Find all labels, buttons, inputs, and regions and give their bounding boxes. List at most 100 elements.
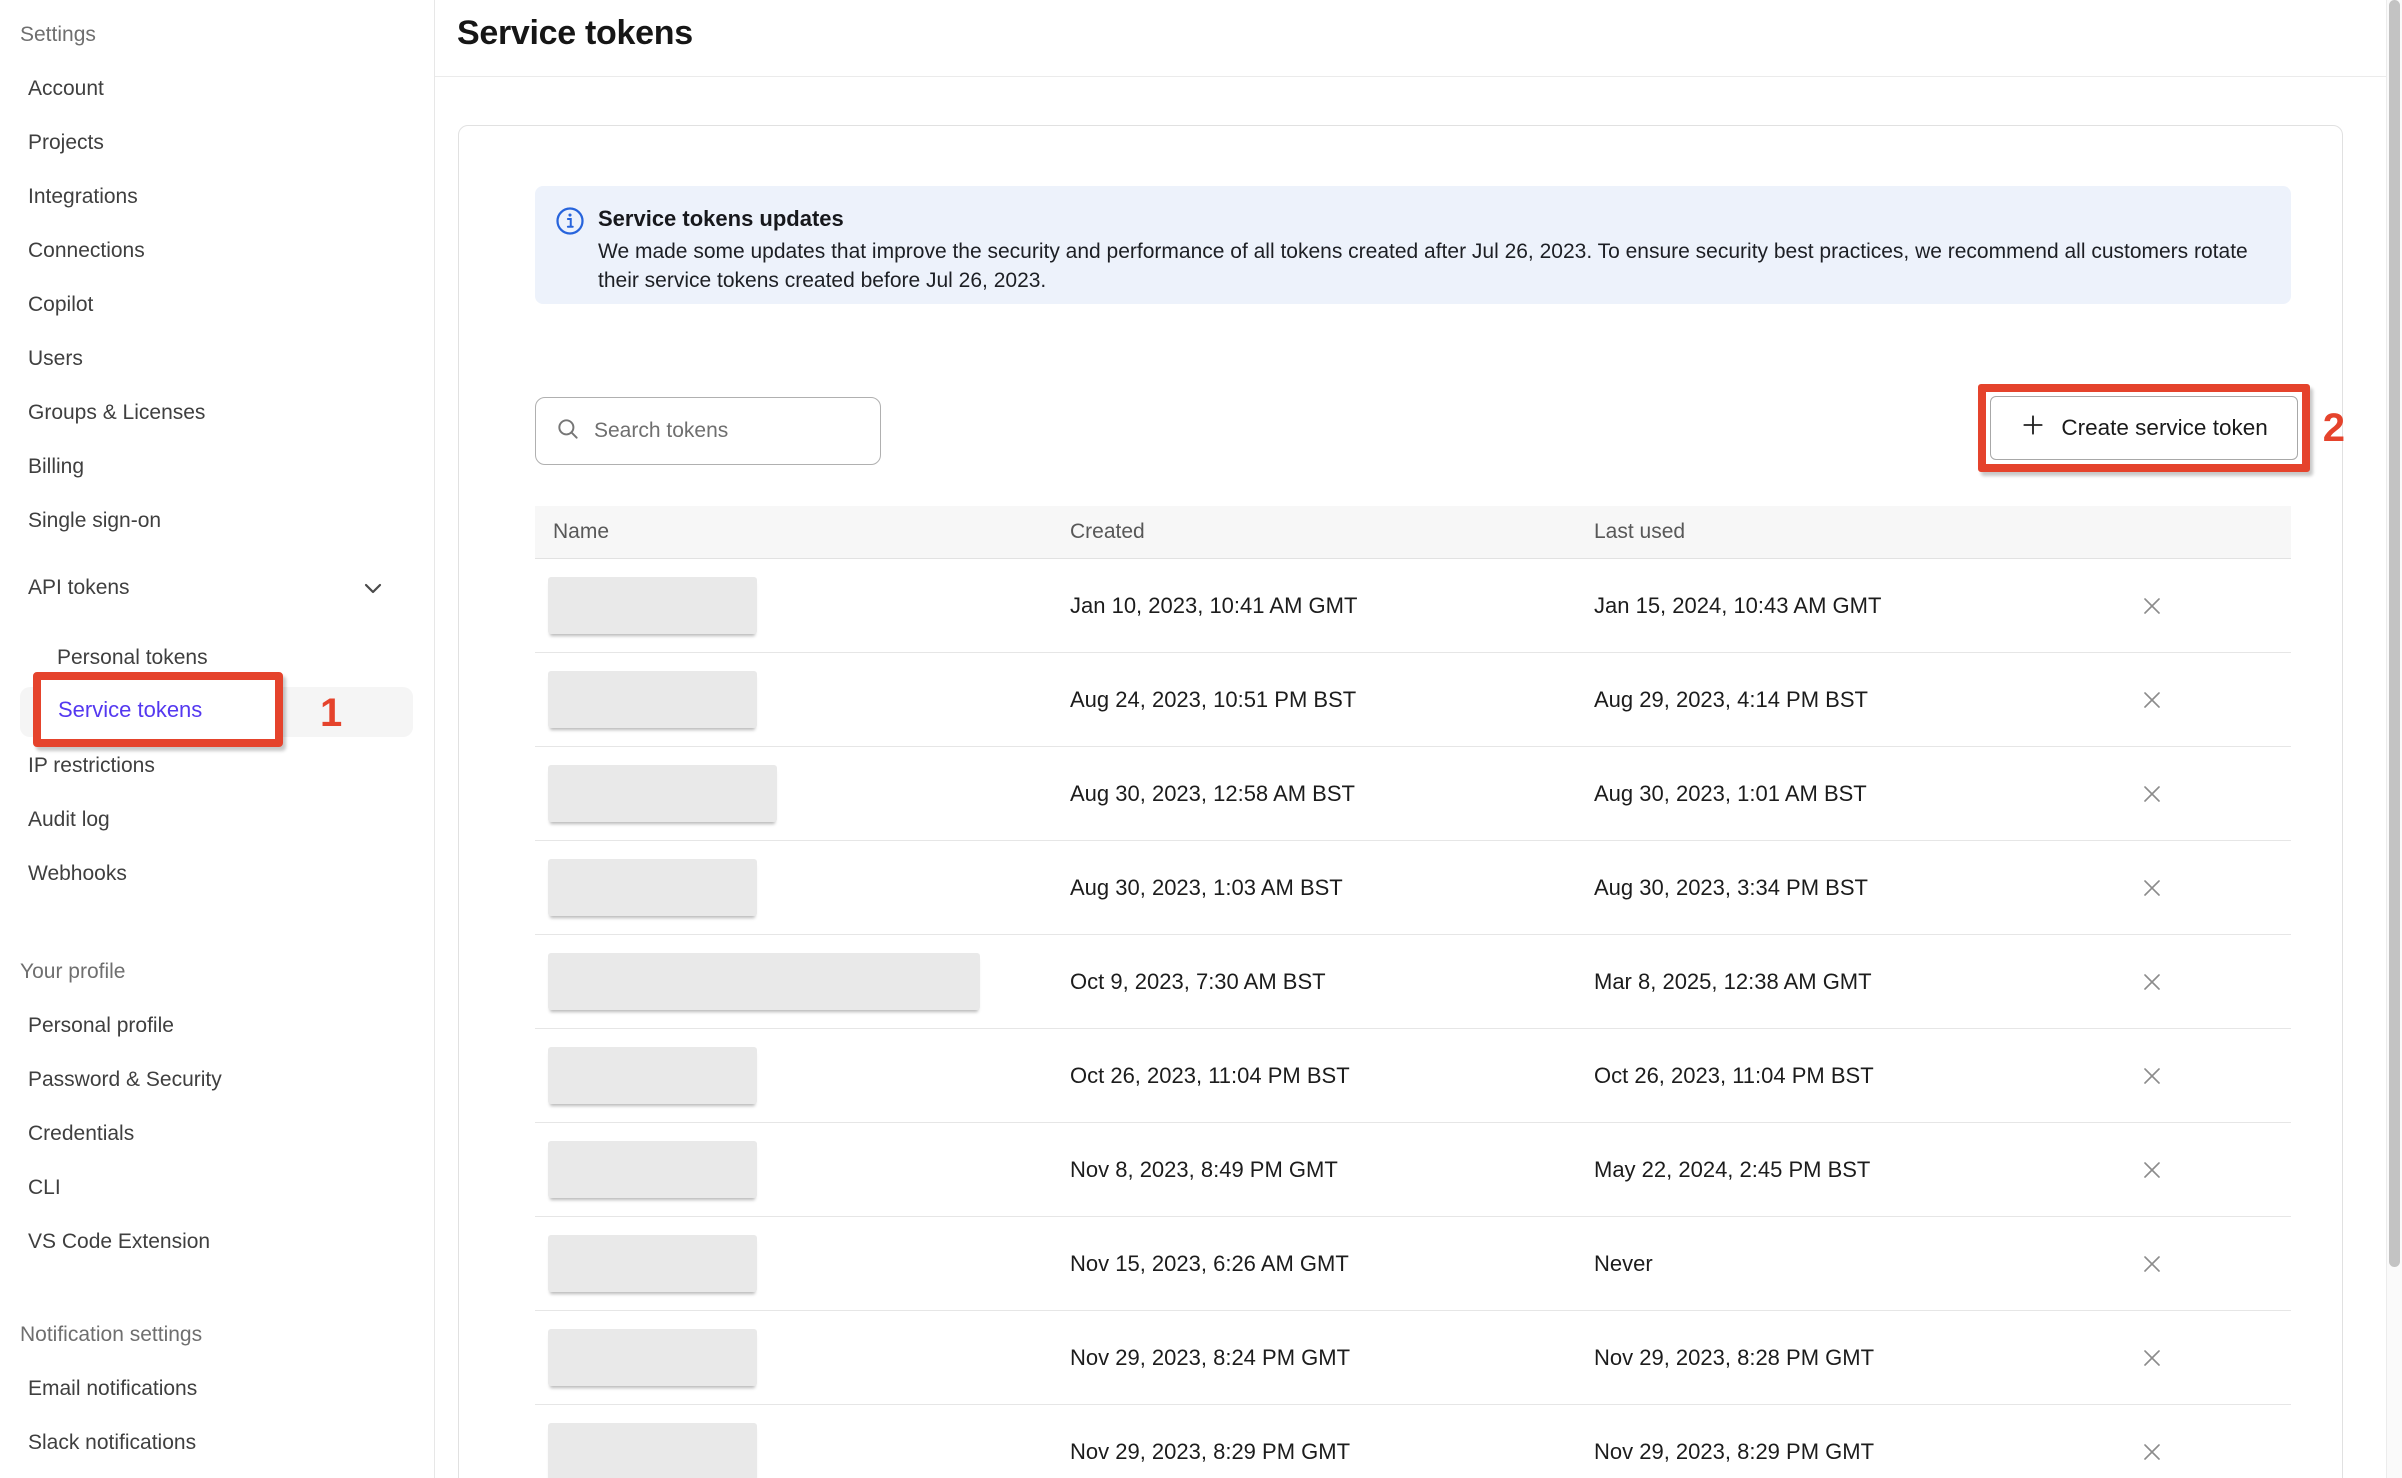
token-last-used: May 22, 2024, 2:45 PM BST [1594,1157,2135,1183]
annotation-box-2: Create service token [1978,384,2309,472]
scrollbar-thumb[interactable] [2389,0,2400,1267]
sidebar-item-credentials[interactable]: Credentials [0,1107,434,1161]
banner-title: Service tokens updates [598,205,2271,233]
token-last-used: Nov 29, 2023, 8:28 PM GMT [1594,1345,2135,1371]
table-row: Nov 29, 2023, 8:29 PM GMT Nov 29, 2023, … [535,1405,2291,1478]
token-name-redacted [548,859,757,916]
sidebar-item-copilot[interactable]: Copilot [0,278,434,332]
sidebar-item-personal-profile[interactable]: Personal profile [0,999,434,1053]
delete-token-button[interactable] [2135,1341,2169,1375]
sidebar-section-settings: Settings [0,8,434,62]
info-banner: Service tokens updates We made some upda… [535,186,2291,304]
chevron-down-icon [360,575,386,601]
search-input-wrapper[interactable] [535,397,881,465]
token-created: Aug 30, 2023, 1:03 AM BST [1070,875,1594,901]
table-row: Nov 8, 2023, 8:49 PM GMT May 22, 2024, 2… [535,1123,2291,1217]
close-icon [2138,686,2166,714]
sidebar-item-password-security[interactable]: Password & Security [0,1053,434,1107]
sidebar-section-your-profile: Your profile [0,945,434,999]
table-row: Jan 10, 2023, 10:41 AM GMT Jan 15, 2024,… [535,559,2291,653]
sidebar-item-service-tokens-label[interactable]: Service tokens [41,697,202,723]
annotation-box-1: Service tokens [33,672,283,747]
close-icon [2138,1438,2166,1466]
sidebar-item-account[interactable]: Account [0,62,434,116]
sidebar-item-api-tokens-label: API tokens [28,576,130,600]
delete-token-button[interactable] [2135,777,2169,811]
column-header-last-used: Last used [1594,520,2135,544]
token-name-redacted [548,1329,757,1386]
sidebar-item-groups-licenses[interactable]: Groups & Licenses [0,386,434,440]
annotation-step-1-label: 1 [320,693,342,733]
token-last-used: Mar 8, 2025, 12:38 AM GMT [1594,969,2135,995]
close-icon [2138,1344,2166,1372]
token-name-redacted [548,671,757,728]
sidebar-item-email-notifications[interactable]: Email notifications [0,1362,434,1416]
sidebar-item-audit-log[interactable]: Audit log [0,793,434,847]
search-input[interactable] [594,419,834,443]
token-created: Nov 29, 2023, 8:24 PM GMT [1070,1345,1594,1371]
sidebar-item-single-sign-on[interactable]: Single sign-on [0,494,434,548]
token-name-redacted [548,765,777,822]
tokens-table: Name Created Last used Jan 10, 2023, 10:… [535,506,2291,1478]
delete-token-button[interactable] [2135,683,2169,717]
close-icon [2138,874,2166,902]
sidebar-item-slack-notifications[interactable]: Slack notifications [0,1416,434,1470]
sidebar-item-cli[interactable]: CLI [0,1161,434,1215]
service-tokens-card: Service tokens updates We made some upda… [458,125,2343,1478]
table-row: Nov 29, 2023, 8:24 PM GMT Nov 29, 2023, … [535,1311,2291,1405]
delete-token-button[interactable] [2135,589,2169,623]
table-row: Nov 15, 2023, 6:26 AM GMT Never [535,1217,2291,1311]
token-created: Nov 8, 2023, 8:49 PM GMT [1070,1157,1594,1183]
token-name-redacted [548,953,980,1010]
table-row: Oct 26, 2023, 11:04 PM BST Oct 26, 2023,… [535,1029,2291,1123]
sidebar: Settings Account Projects Integrations C… [0,0,435,1478]
token-created: Nov 15, 2023, 6:26 AM GMT [1070,1251,1594,1277]
token-last-used: Never [1594,1251,2135,1277]
delete-token-button[interactable] [2135,1247,2169,1281]
sidebar-item-projects[interactable]: Projects [0,116,434,170]
app-root: Settings Account Projects Integrations C… [0,0,2402,1478]
sidebar-item-users[interactable]: Users [0,332,434,386]
page-title: Service tokens [457,14,2402,53]
plus-icon [2020,412,2046,444]
token-created: Nov 29, 2023, 8:29 PM GMT [1070,1439,1594,1465]
token-last-used: Aug 30, 2023, 3:34 PM BST [1594,875,2135,901]
delete-token-button[interactable] [2135,965,2169,999]
sidebar-item-billing[interactable]: Billing [0,440,434,494]
table-header-row: Name Created Last used [535,506,2291,559]
annotation-step-2-label: 2 [2323,408,2345,448]
token-name-redacted [548,577,757,634]
table-row: Aug 30, 2023, 12:58 AM BST Aug 30, 2023,… [535,747,2291,841]
delete-token-button[interactable] [2135,871,2169,905]
table-row: Aug 30, 2023, 1:03 AM BST Aug 30, 2023, … [535,841,2291,935]
sidebar-active-row: Service tokens 1 [0,685,434,739]
close-icon [2138,1062,2166,1090]
sidebar-item-webhooks[interactable]: Webhooks [0,847,434,901]
column-header-name: Name [535,520,1070,544]
sidebar-item-vscode-extension[interactable]: VS Code Extension [0,1215,434,1269]
token-last-used: Aug 29, 2023, 4:14 PM BST [1594,687,2135,713]
close-icon [2138,592,2166,620]
token-last-used: Oct 26, 2023, 11:04 PM BST [1594,1063,2135,1089]
close-icon [2138,1156,2166,1184]
token-created: Oct 26, 2023, 11:04 PM BST [1070,1063,1594,1089]
delete-token-button[interactable] [2135,1435,2169,1469]
token-created: Jan 10, 2023, 10:41 AM GMT [1070,593,1594,619]
delete-token-button[interactable] [2135,1153,2169,1187]
delete-token-button[interactable] [2135,1059,2169,1093]
create-service-token-button[interactable]: Create service token [1990,396,2297,460]
scrollbar[interactable] [2386,0,2402,1478]
column-header-created: Created [1070,520,1594,544]
sidebar-item-api-tokens[interactable]: API tokens [0,561,434,615]
banner-body: We made some updates that improve the se… [598,237,2271,295]
page-header: Service tokens [435,0,2402,77]
token-created: Aug 30, 2023, 12:58 AM BST [1070,781,1594,807]
token-last-used: Nov 29, 2023, 8:29 PM GMT [1594,1439,2135,1465]
token-created: Aug 24, 2023, 10:51 PM BST [1070,687,1594,713]
sidebar-item-connections[interactable]: Connections [0,224,434,278]
annotation-box-2-wrapper: Create service token 2 [1978,384,2345,472]
sidebar-item-ip-restrictions[interactable]: IP restrictions [0,739,434,793]
sidebar-item-integrations[interactable]: Integrations [0,170,434,224]
table-row: Aug 24, 2023, 10:51 PM BST Aug 29, 2023,… [535,653,2291,747]
sidebar-section-notification-settings: Notification settings [0,1308,434,1362]
